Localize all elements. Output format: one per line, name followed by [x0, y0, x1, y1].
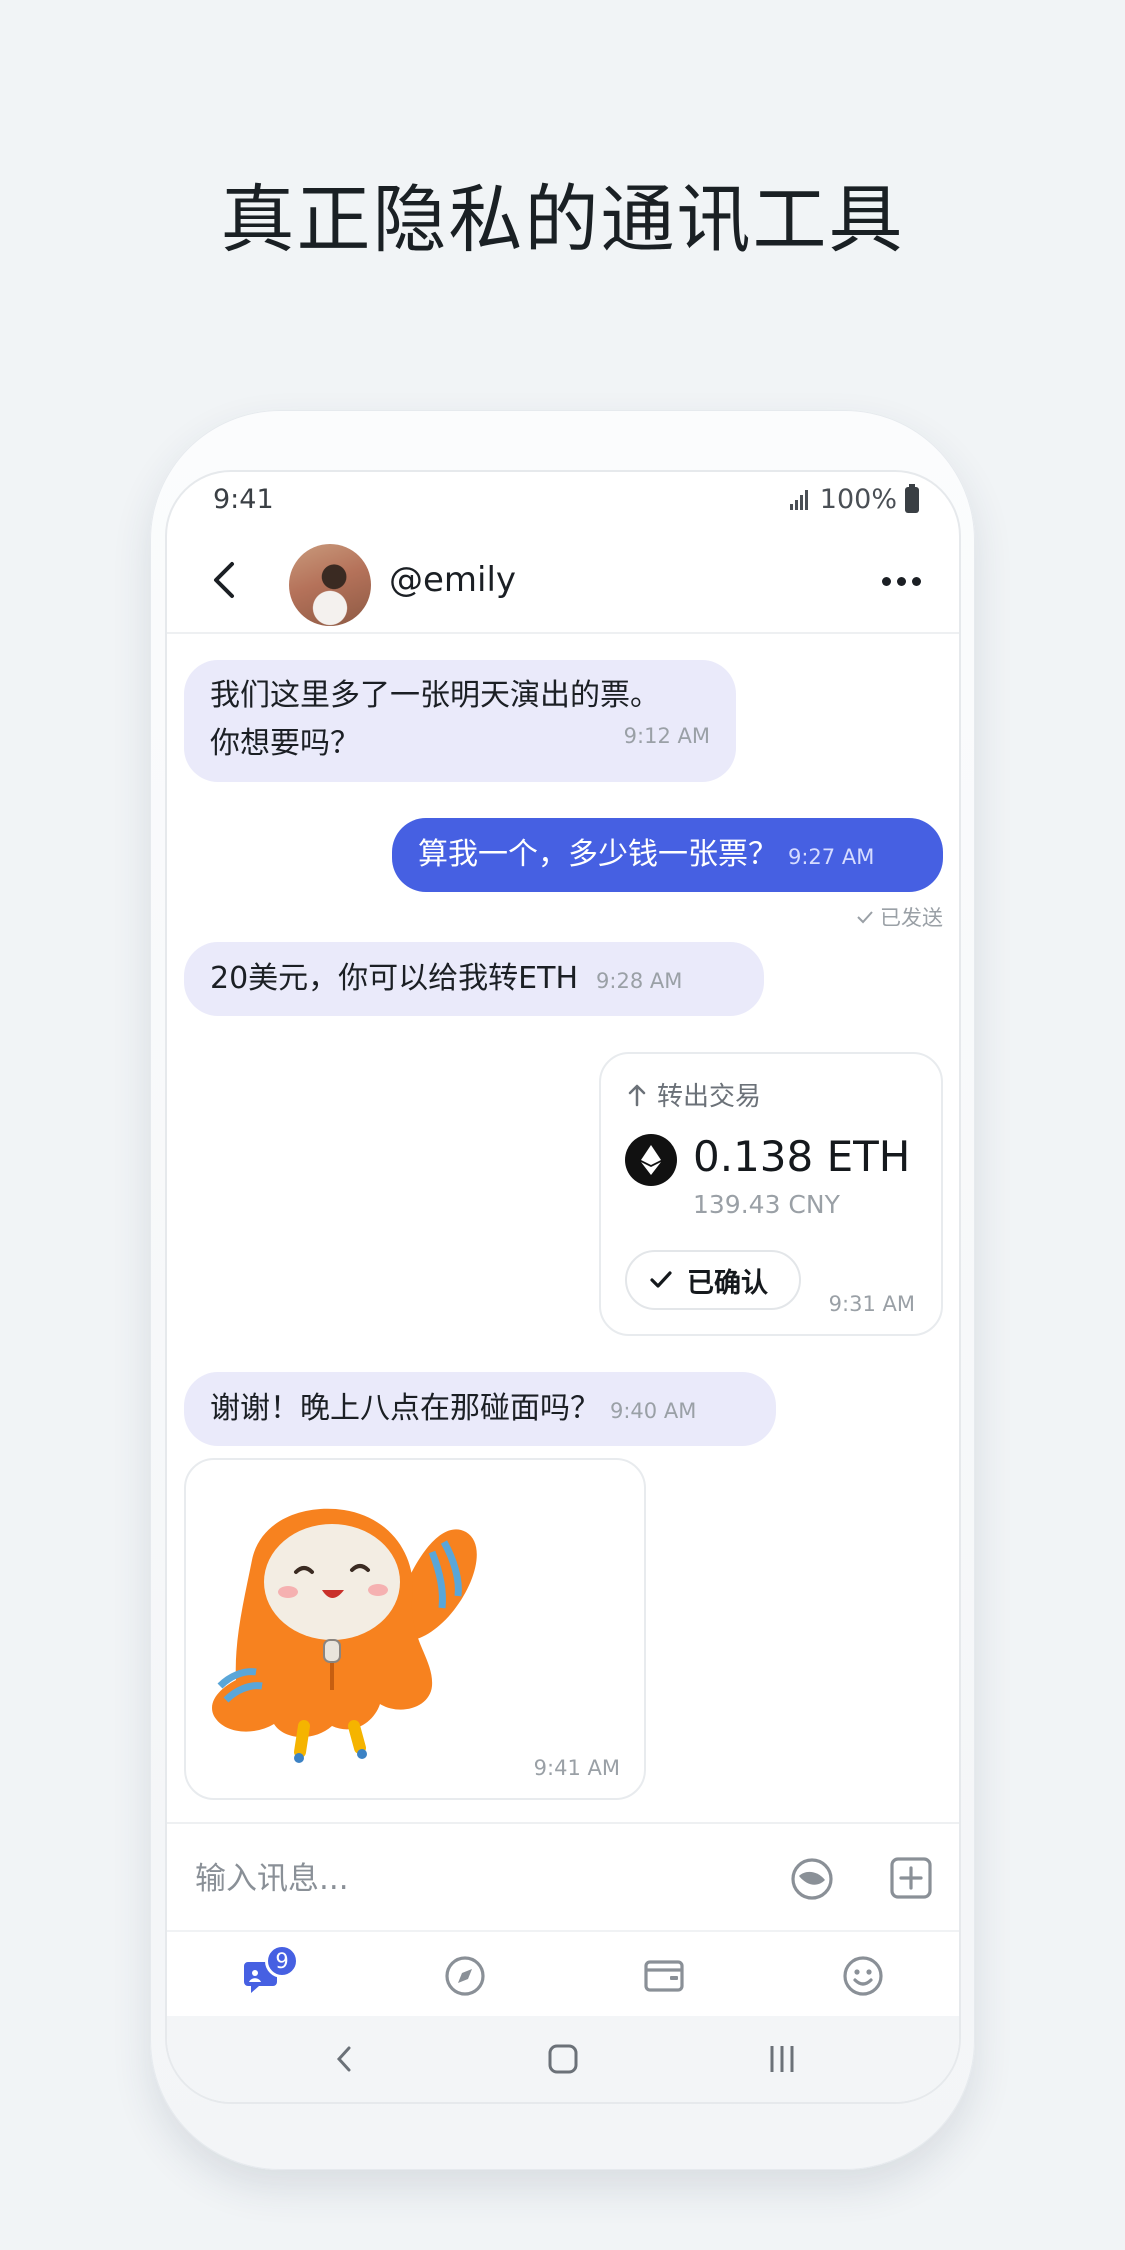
nav-home-icon: [548, 2044, 578, 2074]
status-time: 9:41: [213, 484, 274, 515]
back-button[interactable]: [201, 556, 249, 604]
more-dot-icon: [881, 576, 891, 586]
phone-screen: 9:41 100% @emily 我们这里多了一张明天演出的票。 你想要吗？ 9…: [167, 472, 959, 2102]
contact-name[interactable]: @emily: [389, 560, 516, 600]
mascot-sticker-image: [212, 1508, 477, 1763]
message-time: 9:12 AM: [623, 724, 710, 748]
message-bubble-outgoing[interactable]: 算我一个，多少钱一张票？ 9:27 AM: [392, 818, 943, 892]
nav-recents-icon: [770, 2046, 794, 2072]
signal-icon: [789, 489, 812, 510]
sticker-icon[interactable]: [789, 1856, 835, 1902]
ethereum-icon: [625, 1134, 677, 1186]
nav-home-button[interactable]: [538, 2034, 588, 2084]
tab-chats[interactable]: 9: [235, 1944, 299, 2006]
message-text: 20美元，你可以给我转ETH: [210, 961, 579, 996]
nav-recents-button[interactable]: [757, 2034, 807, 2084]
message-input[interactable]: [195, 1854, 755, 1904]
transaction-status-badge: 已确认: [625, 1250, 801, 1310]
transaction-card[interactable]: 转出交易 0.138 ETH 139.43 CNY 已确认 9:31 AM: [599, 1052, 943, 1336]
message-composer: [167, 1822, 959, 1930]
compass-icon: [445, 1956, 485, 1996]
transaction-fiat-value: 139.43 CNY: [693, 1190, 840, 1219]
tab-bar: 9: [167, 1930, 959, 2016]
delivery-status-label: 已发送: [880, 906, 943, 930]
transaction-status-label: 已确认: [687, 1267, 768, 1299]
nav-back-button[interactable]: [319, 2034, 369, 2084]
sticker-message[interactable]: 9:41 AM: [184, 1458, 646, 1800]
more-dot-icon: [911, 576, 921, 586]
message-bubble-incoming[interactable]: 20美元，你可以给我转ETH 9:28 AM: [184, 942, 764, 1016]
more-dot-icon: [896, 576, 906, 586]
tab-wallet[interactable]: [634, 1946, 694, 2006]
add-attachment-icon[interactable]: [889, 1856, 933, 1900]
message-time: 9:40 AM: [610, 1399, 697, 1423]
transaction-amount: 0.138 ETH: [693, 1132, 911, 1181]
message-bubble-incoming[interactable]: 谢谢！晚上八点在那碰面吗？ 9:40 AM: [184, 1372, 776, 1446]
battery-percent: 100%: [819, 484, 897, 515]
chat-header: @emily: [167, 530, 959, 634]
delivery-status: 已发送: [856, 902, 943, 932]
battery-icon: [905, 483, 919, 513]
avatar[interactable]: [289, 544, 371, 626]
transaction-type-label: 转出交易: [657, 1082, 762, 1112]
arrow-up-icon: [628, 1084, 646, 1106]
status-bar: 9:41 100%: [167, 472, 959, 530]
page-headline: 真正隐私的通讯工具: [220, 177, 905, 263]
unread-badge: 9: [265, 1944, 299, 1978]
wallet-icon: [644, 1960, 684, 1992]
message-time: 9:41 AM: [533, 1756, 620, 1780]
message-time: 9:27 AM: [788, 845, 875, 869]
message-text: 算我一个，多少钱一张票？: [418, 837, 778, 872]
tab-discover[interactable]: [435, 1946, 495, 2006]
tab-profile[interactable]: [833, 1946, 893, 2006]
message-time: 9:28 AM: [596, 969, 683, 993]
smiley-icon: [843, 1956, 883, 1996]
check-icon: [650, 1271, 672, 1288]
check-icon: [857, 911, 873, 924]
message-time: 9:31 AM: [828, 1292, 915, 1316]
nav-back-icon: [336, 2046, 351, 2072]
more-options-button[interactable]: [873, 566, 929, 596]
system-nav-bar: [167, 2016, 959, 2102]
chevron-left-icon: [214, 562, 234, 598]
message-bubble-incoming[interactable]: 我们这里多了一张明天演出的票。 你想要吗？ 9:12 AM: [184, 660, 736, 782]
transaction-type: 转出交易: [627, 1076, 761, 1113]
message-text: 谢谢！晚上八点在那碰面吗？: [210, 1391, 600, 1426]
status-indicators: 100%: [789, 483, 919, 515]
